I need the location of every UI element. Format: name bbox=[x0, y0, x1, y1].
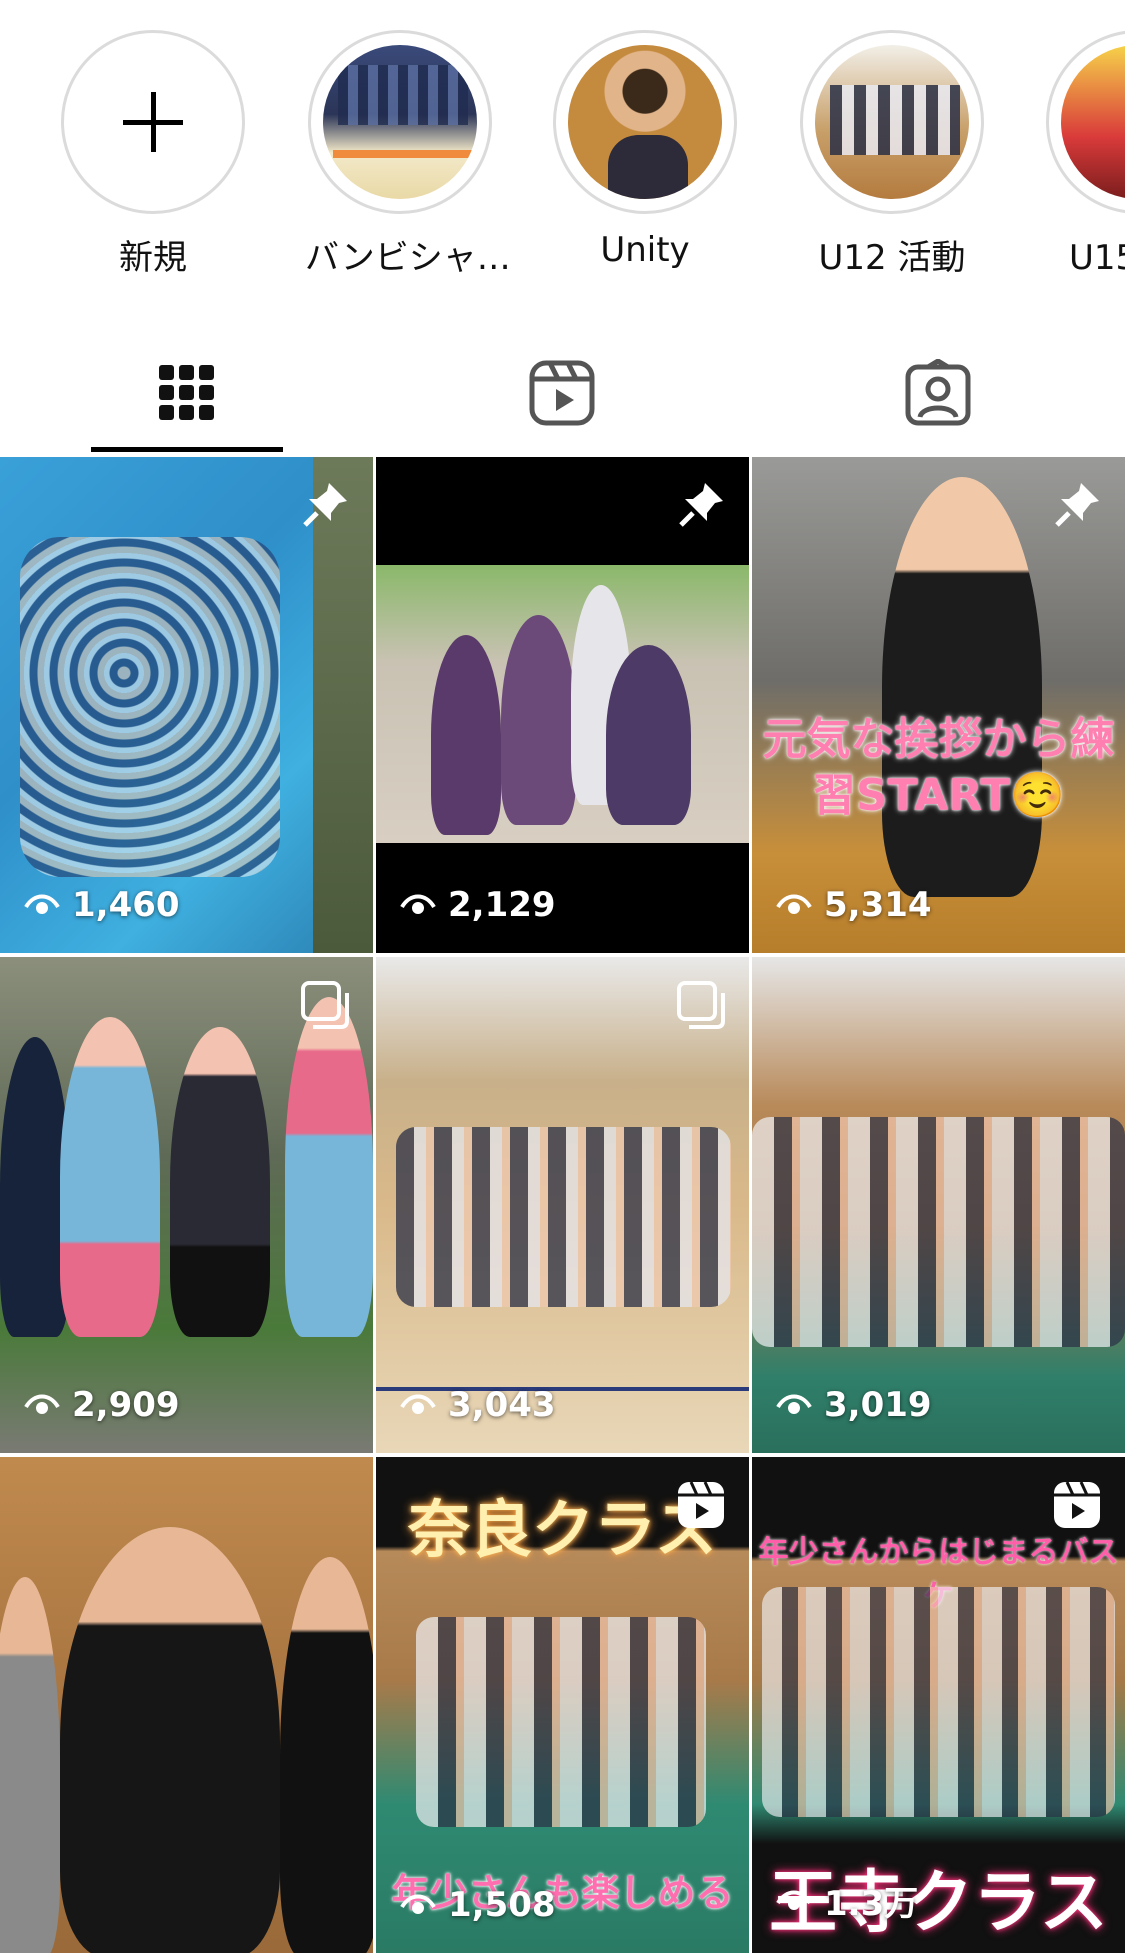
highlight-thumbnail bbox=[815, 45, 969, 199]
pin-icon bbox=[675, 479, 727, 531]
tab-tagged[interactable] bbox=[843, 330, 1033, 455]
view-count: 3,019 bbox=[776, 1385, 932, 1425]
pin-icon bbox=[299, 479, 351, 531]
story-highlights: 新規 バンビシャ… Unity U12 活動 U15 男 bbox=[0, 0, 1125, 300]
highlight-label: U12 活動 bbox=[818, 238, 966, 278]
view-count: 3,043 bbox=[400, 1385, 556, 1425]
post-caption-overlay: 元気な挨拶から練習START☺️ bbox=[762, 714, 1115, 821]
carousel-icon bbox=[675, 979, 727, 1031]
new-highlight-circle[interactable] bbox=[61, 30, 245, 214]
post-tile[interactable]: 奈良クラス 年少さんも楽しめる 1,508 bbox=[376, 1457, 749, 1953]
highlight-circle[interactable] bbox=[553, 30, 737, 214]
profile-tabs bbox=[0, 330, 1125, 455]
highlight-circle[interactable] bbox=[800, 30, 984, 214]
view-count-text: 1,508 bbox=[448, 1885, 556, 1925]
view-count: 1.3万 bbox=[776, 1876, 918, 1925]
post-tile[interactable] bbox=[0, 1457, 373, 1953]
highlight-thumbnail bbox=[568, 45, 722, 199]
play-count-icon bbox=[776, 1890, 812, 1910]
highlight-label: バンビシャ… bbox=[305, 238, 511, 278]
view-count: 1,508 bbox=[400, 1885, 556, 1925]
view-count: 5,314 bbox=[776, 885, 932, 925]
post-tile[interactable]: 2,909 bbox=[0, 957, 373, 1453]
highlight-label: U15 男 bbox=[1069, 238, 1125, 278]
highlight-new[interactable]: 新規 bbox=[58, 30, 248, 279]
eye-icon bbox=[24, 894, 60, 914]
post-tile[interactable]: 3,019 bbox=[752, 957, 1125, 1453]
highlight-bambitious[interactable]: バンビシャ… bbox=[305, 30, 511, 279]
highlight-thumbnail bbox=[1061, 45, 1125, 199]
plus-icon bbox=[123, 92, 183, 152]
reels-icon bbox=[1051, 1479, 1103, 1531]
eye-icon bbox=[400, 1394, 436, 1414]
tagged-icon bbox=[905, 358, 971, 425]
highlight-circle[interactable] bbox=[308, 30, 492, 214]
post-tile[interactable]: 元気な挨拶から練習START☺️ 5,314 bbox=[752, 457, 1125, 953]
view-count-text: 1,460 bbox=[72, 885, 180, 925]
highlight-u12[interactable]: U12 活動 bbox=[797, 30, 987, 279]
view-count-text: 2,909 bbox=[72, 1385, 180, 1425]
pin-icon bbox=[1051, 479, 1103, 531]
highlight-u15[interactable]: U15 男 bbox=[1043, 30, 1125, 279]
view-count-text: 3,043 bbox=[448, 1385, 556, 1425]
highlight-label: 新規 bbox=[119, 238, 187, 278]
view-count: 2,909 bbox=[24, 1385, 180, 1425]
reels-icon bbox=[675, 1479, 727, 1531]
post-tile[interactable]: 2,129 bbox=[376, 457, 749, 953]
view-count-text: 2,129 bbox=[448, 885, 556, 925]
highlight-circle[interactable] bbox=[1046, 30, 1125, 214]
post-tile[interactable]: 3,043 bbox=[376, 957, 749, 1453]
highlight-unity[interactable]: Unity bbox=[550, 30, 740, 270]
view-count-text: 1.3万 bbox=[824, 1884, 919, 1924]
grid-icon bbox=[159, 364, 214, 420]
carousel-icon bbox=[299, 979, 351, 1031]
tab-grid[interactable] bbox=[92, 330, 282, 455]
post-tile[interactable]: 1,460 bbox=[0, 457, 373, 953]
active-tab-indicator bbox=[91, 447, 283, 452]
eye-icon bbox=[776, 1394, 812, 1414]
view-count-text: 3,019 bbox=[824, 1385, 932, 1425]
highlight-thumbnail bbox=[323, 45, 477, 199]
view-count-text: 5,314 bbox=[824, 885, 932, 925]
view-count: 1,460 bbox=[24, 885, 180, 925]
eye-icon bbox=[400, 894, 436, 914]
eye-icon bbox=[776, 894, 812, 914]
play-count-icon bbox=[400, 1894, 436, 1914]
tab-reels[interactable] bbox=[467, 330, 657, 455]
reels-icon bbox=[529, 360, 595, 425]
highlight-label: Unity bbox=[600, 230, 690, 270]
view-count: 2,129 bbox=[400, 885, 556, 925]
post-tile[interactable]: 年少さんからはじまるバスケ 王寺クラス 1.3万 bbox=[752, 1457, 1125, 1953]
eye-icon bbox=[24, 1394, 60, 1414]
